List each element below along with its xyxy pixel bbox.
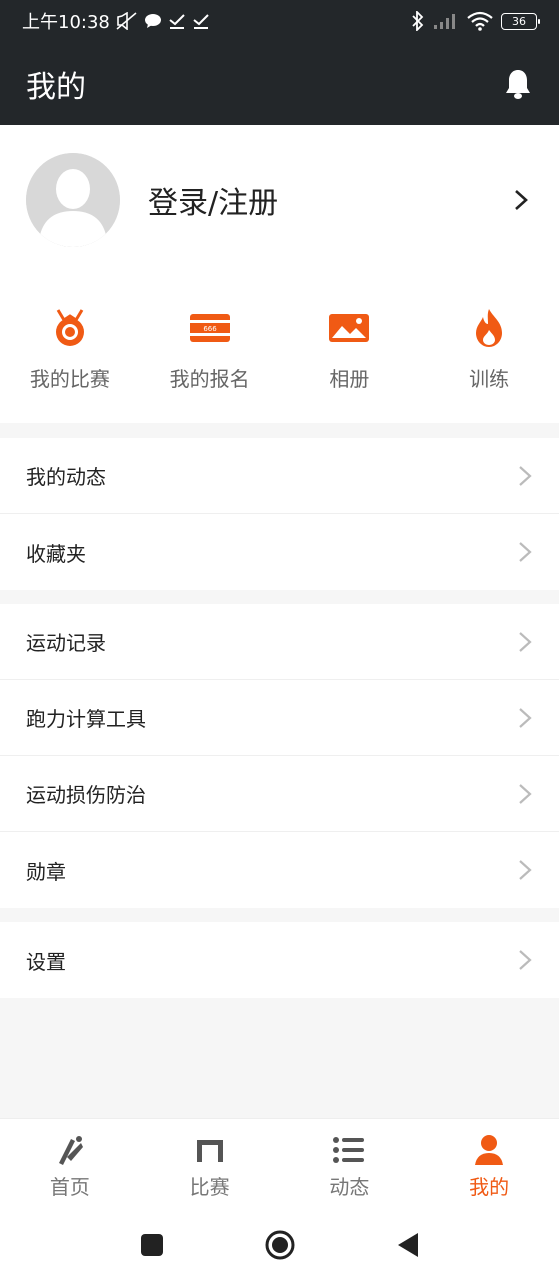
ticket-icon: 666: [189, 307, 231, 349]
home-button[interactable]: [264, 1229, 296, 1261]
chevron-right-icon: [515, 190, 528, 210]
wifi-icon: [467, 11, 493, 31]
quick-my-registrations[interactable]: 666 我的报名: [140, 275, 280, 423]
quick-my-matches[interactable]: 我的比赛: [0, 275, 140, 423]
bottom-tab-bar: 首页 比赛 动态 我的: [0, 1118, 559, 1210]
home-icon: [53, 1133, 87, 1167]
status-right: 36: [411, 11, 540, 31]
list-icon: [332, 1133, 366, 1167]
menu-item-label: 运动损伤防治: [26, 783, 146, 807]
menu-item-label: 勋章: [26, 859, 66, 884]
menu-item-my-activity[interactable]: 我的动态: [0, 438, 559, 514]
quick-training[interactable]: 训练: [419, 275, 559, 423]
bluetooth-icon: [412, 11, 424, 31]
check-icon: [193, 14, 209, 29]
chevron-right-icon: [519, 950, 532, 970]
menu-item-label: 跑力计算工具: [26, 707, 146, 731]
tab-label: 我的: [469, 1175, 510, 1199]
menu-item-injury-prevention[interactable]: 运动损伤防治: [0, 756, 559, 832]
avatar[interactable]: [26, 153, 120, 247]
check-icon: [169, 14, 185, 29]
status-bar: 上午10:38 36: [0, 0, 559, 42]
quick-actions: 我的比赛 666 我的报名 相册 训练: [0, 275, 559, 423]
quick-label: 训练: [469, 367, 510, 391]
menu-item-label: 运动记录: [26, 631, 106, 655]
tab-matches[interactable]: 比赛: [140, 1119, 280, 1210]
menu-item-label: 我的动态: [26, 465, 106, 489]
profile-card[interactable]: 登录/注册: [0, 125, 559, 275]
chevron-right-icon: [519, 783, 532, 804]
chevron-right-icon: [519, 465, 532, 486]
mute-icon: [116, 12, 137, 30]
system-nav-bar: [0, 1210, 559, 1280]
chevron-right-icon: [519, 860, 532, 880]
chevron-right-icon: [519, 542, 532, 562]
quick-album[interactable]: 相册: [280, 275, 420, 423]
menu-group-3: 设置: [0, 922, 559, 998]
battery-level: 36: [512, 14, 526, 28]
menu-item-badges[interactable]: 勋章: [0, 832, 559, 908]
menu-item-exercise-records[interactable]: 运动记录: [0, 604, 559, 680]
tab-label: 首页: [49, 1175, 90, 1199]
menu-item-label: 设置: [26, 949, 66, 974]
quick-label: 我的比赛: [29, 367, 110, 391]
login-register-link[interactable]: 登录/注册: [148, 178, 509, 222]
battery-indicator: 36: [501, 12, 540, 30]
menu-item-favorites[interactable]: 收藏夹: [0, 514, 559, 590]
tab-label: 动态: [329, 1175, 370, 1199]
flame-icon: [468, 307, 510, 349]
menu-item-label: 收藏夹: [26, 541, 86, 566]
medal-icon: [49, 307, 91, 349]
signal-icon: [434, 14, 455, 29]
chevron-right-icon: [519, 707, 532, 728]
back-button[interactable]: [396, 1232, 420, 1258]
tab-home[interactable]: 首页: [0, 1119, 140, 1210]
match-icon: [193, 1133, 227, 1167]
tab-activity[interactable]: 动态: [280, 1119, 420, 1210]
recent-apps-button[interactable]: [140, 1233, 164, 1257]
default-avatar-icon: [26, 153, 120, 247]
menu-group-1: 我的动态 收藏夹: [0, 438, 559, 590]
status-time: 上午10:38: [22, 12, 110, 33]
ticket-number: 666: [203, 325, 217, 333]
menu-group-2: 运动记录 跑力计算工具 运动损伤防治 勋章: [0, 604, 559, 908]
person-icon: [472, 1133, 506, 1167]
menu-item-running-calculator[interactable]: 跑力计算工具: [0, 680, 559, 756]
notification-button[interactable]: [503, 68, 533, 100]
tab-mine[interactable]: 我的: [419, 1119, 559, 1210]
menu-item-settings[interactable]: 设置: [0, 922, 559, 998]
chat-icon: [144, 14, 161, 28]
chevron-right-icon: [519, 631, 532, 652]
photo-icon: [328, 307, 370, 349]
status-left: 上午10:38: [22, 8, 210, 34]
quick-label: 我的报名: [169, 367, 250, 391]
app-header: 我的: [0, 42, 559, 125]
quick-label: 相册: [329, 367, 370, 391]
bell-icon: [506, 69, 530, 99]
page-title: 我的: [26, 69, 86, 105]
tab-label: 比赛: [189, 1175, 230, 1199]
